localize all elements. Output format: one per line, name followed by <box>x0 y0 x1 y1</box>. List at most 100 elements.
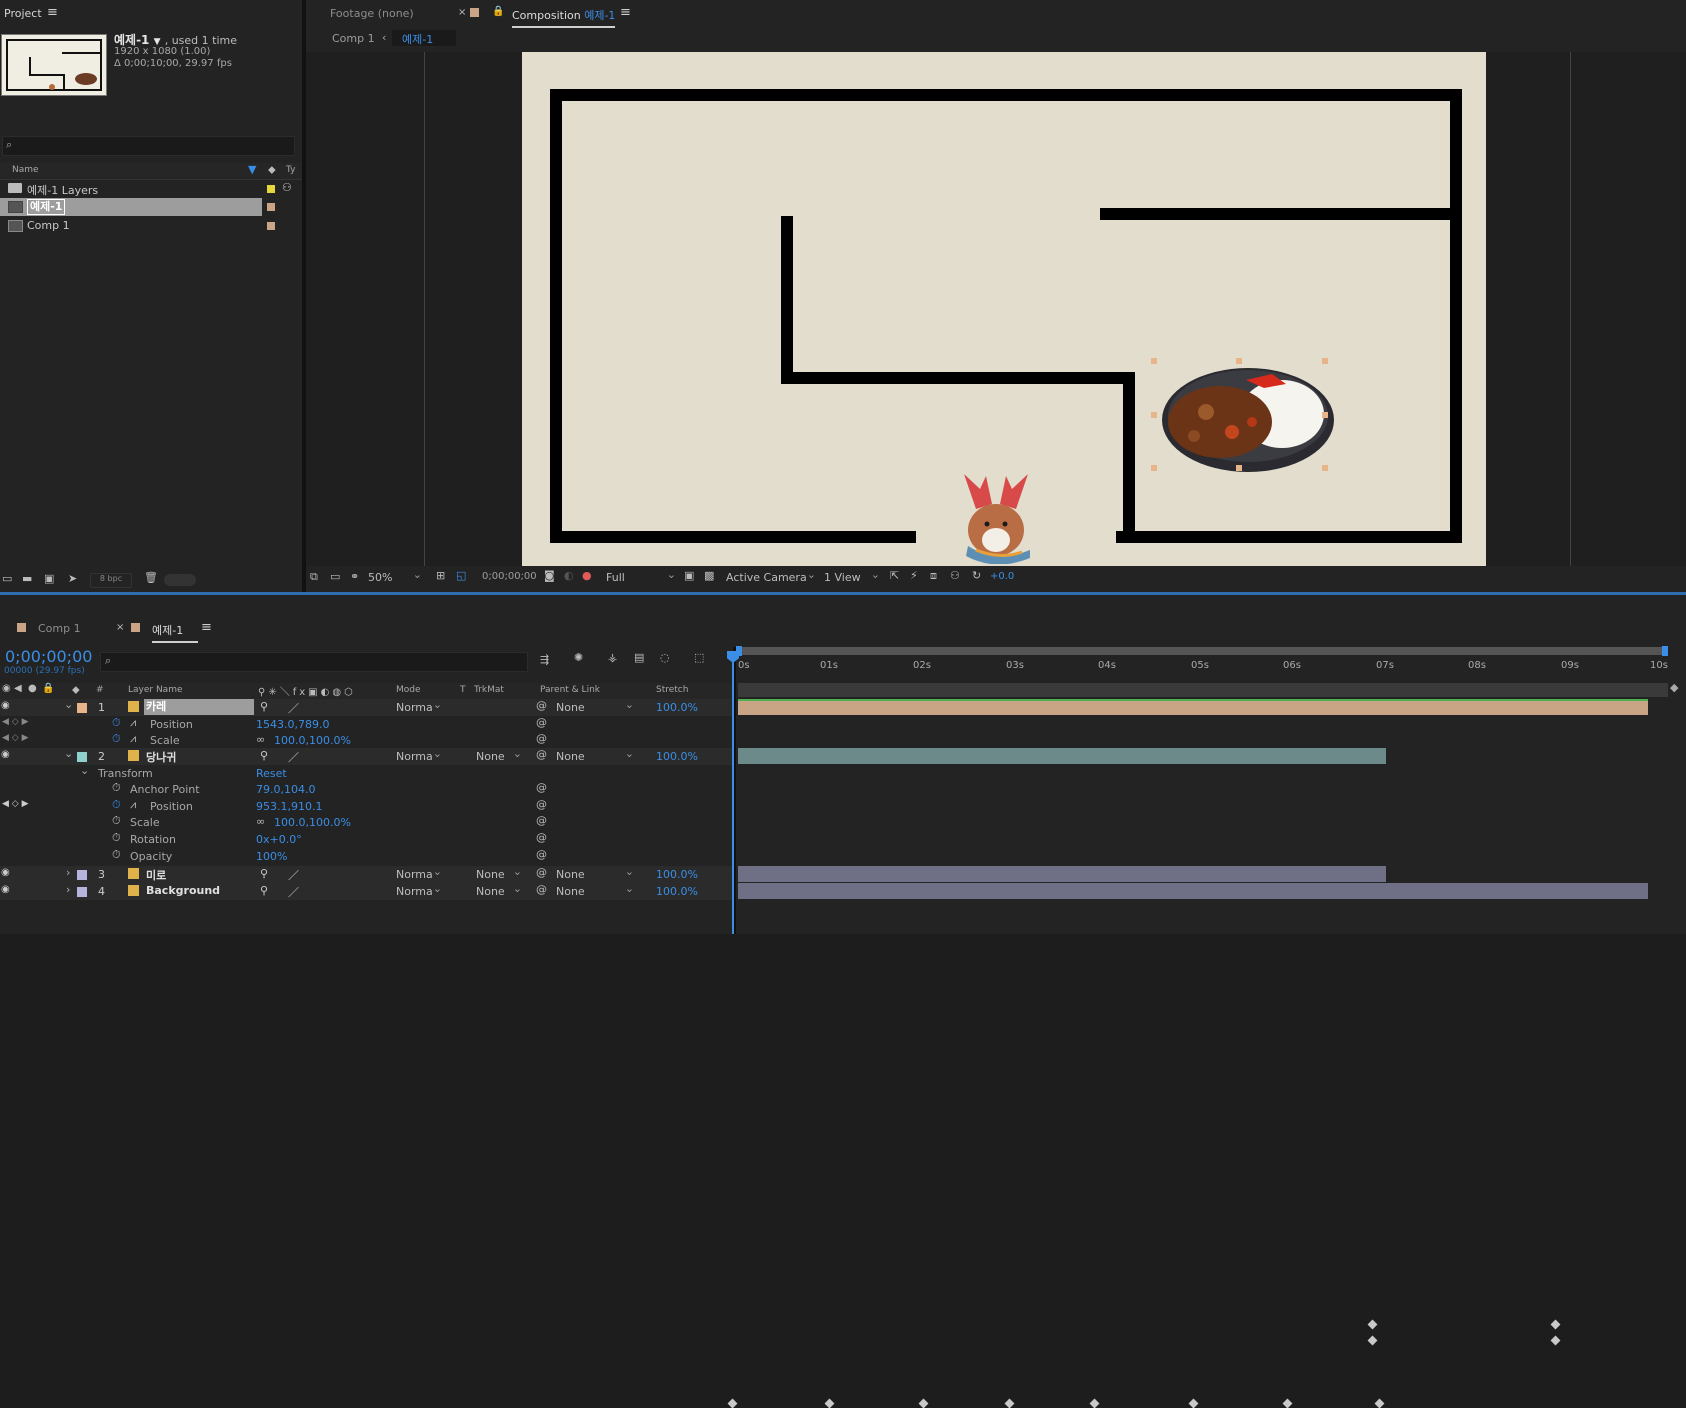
stopwatch-icon[interactable]: ⏱ <box>112 814 121 828</box>
trash-icon[interactable]: 🗑 <box>144 571 158 584</box>
layer-row-4[interactable]: ◉ › 4 Background ⚲ ／ Norma None @ None 1… <box>0 882 732 900</box>
property-value[interactable]: 1543.0,789.0 <box>256 718 329 731</box>
parent-dropdown[interactable]: None <box>556 865 636 882</box>
pickwhip-icon[interactable]: @ <box>536 716 547 729</box>
property-value[interactable]: 100.0,100.0% <box>274 734 351 747</box>
sort-down-icon[interactable]: ▼ <box>248 163 256 176</box>
expand-chevron-icon[interactable]: › <box>66 883 70 896</box>
pickwhip-icon[interactable]: @ <box>536 732 547 745</box>
shy-layers-icon[interactable]: ⚶ <box>608 651 617 664</box>
property-value[interactable]: 100% <box>256 850 287 863</box>
quality-switch-icon[interactable]: ／ <box>288 884 299 900</box>
property-row[interactable]: ◀ ◇ ▶ ⏱ ⩘ Position 953.1,910.1 @ <box>0 798 732 815</box>
panel-menu-icon[interactable]: ≡ <box>47 5 58 20</box>
expand-chevron-icon[interactable]: › <box>66 866 70 879</box>
new-comp-icon[interactable]: ▣ <box>44 572 54 585</box>
always-preview-icon[interactable]: ⧉ <box>310 570 318 584</box>
stopwatch-icon[interactable]: ⏱ <box>112 831 121 845</box>
keyframe[interactable] <box>727 1398 738 1408</box>
parent-dropdown[interactable]: None <box>556 882 636 899</box>
work-area-end[interactable] <box>1662 646 1668 656</box>
frame-blending-icon[interactable]: ▤ <box>634 651 644 664</box>
label-color-icon[interactable] <box>77 703 87 713</box>
bpc-badge[interactable]: 8 bpc <box>90 573 132 588</box>
timeline-tab-active[interactable]: 예제-1 <box>152 622 198 643</box>
column-trkmat[interactable]: TrkMat <box>474 685 504 695</box>
keyframe-nav-icon[interactable]: ◀ ◇ ▶ <box>2 717 29 727</box>
keyframe[interactable] <box>824 1398 835 1408</box>
property-value[interactable]: 953.1,910.1 <box>256 800 322 813</box>
composition-tab[interactable]: Composition 예제-1 <box>512 7 616 28</box>
quality-switch-icon[interactable]: ／ <box>288 749 299 765</box>
layer-row-3[interactable]: ◉ › 3 미로 ⚲ ／ Norma None @ None 100.0% <box>0 865 732 883</box>
keyframe[interactable] <box>1550 1335 1561 1346</box>
column-name[interactable]: Name <box>12 165 39 175</box>
keyframe-nav-icon[interactable]: ◀ ◇ ▶ <box>2 733 29 743</box>
property-value[interactable]: 79.0,104.0 <box>256 783 315 796</box>
footage-tab[interactable]: Footage (none) <box>330 7 414 20</box>
reset-exposure-icon[interactable]: ↻ <box>972 569 981 582</box>
anchor-switch-icon[interactable]: ⚲ <box>260 749 268 762</box>
comp-button-icon[interactable]: ◆ <box>1670 681 1678 694</box>
pickwhip-icon[interactable]: @ <box>536 866 547 879</box>
stretch-value[interactable]: 100.0% <box>656 868 698 881</box>
curry-layer[interactable] <box>1154 360 1344 476</box>
panel-menu-icon[interactable]: ≡ <box>620 5 631 20</box>
layer-bar-2[interactable] <box>738 748 1386 764</box>
project-search-input[interactable]: ⌕ <box>2 136 295 156</box>
graph-icon[interactable]: ⩘ <box>130 798 136 812</box>
pickwhip-icon[interactable]: @ <box>536 699 547 712</box>
keyframe-nav-icon[interactable]: ◀ ◇ ▶ <box>2 799 29 809</box>
keyframe[interactable] <box>1550 1319 1561 1330</box>
eye-icon[interactable]: ◉ <box>2 683 11 694</box>
color-channels-icon[interactable]: ● <box>582 569 592 582</box>
property-value[interactable]: 0x+0.0° <box>256 833 302 846</box>
mode-dropdown[interactable]: Norma <box>396 865 444 882</box>
layer-name[interactable]: 미로 <box>146 867 166 883</box>
keyframe[interactable] <box>918 1398 929 1408</box>
donkey-layer[interactable] <box>956 454 1036 564</box>
resolution-grid-icon[interactable]: ⊞ <box>436 569 445 582</box>
project-item-folder[interactable]: 예제-1 Layers ⚇ <box>0 180 302 198</box>
transparency-grid-icon[interactable]: ◱ <box>456 569 466 582</box>
eye-icon[interactable]: ◉ <box>1 749 10 760</box>
mask-icon[interactable]: ⚭ <box>350 570 359 583</box>
composition-mini-flowchart-icon[interactable]: ⇶ <box>540 653 549 666</box>
column-t[interactable]: T <box>460 685 466 695</box>
audio-icon[interactable]: ◀ <box>14 683 22 694</box>
label-tag-icon[interactable]: ⬥ <box>268 163 276 177</box>
layer-name[interactable]: Background <box>146 884 220 897</box>
collapse-chevron-icon[interactable]: ⌄ <box>64 747 73 760</box>
eye-icon[interactable]: ◉ <box>1 884 10 895</box>
region-of-interest-icon[interactable]: ▣ <box>684 569 694 582</box>
snapshot-icon[interactable]: ◐ <box>564 569 574 582</box>
selection-handle[interactable] <box>1236 465 1242 471</box>
keyframe[interactable] <box>1374 1398 1385 1408</box>
pickwhip-icon[interactable]: @ <box>536 781 547 794</box>
send-icon[interactable]: ➤ <box>68 572 77 585</box>
keyframe[interactable] <box>1188 1398 1199 1408</box>
toggle-pixel-icon[interactable]: ⇱ <box>890 569 899 582</box>
anchor-switch-icon[interactable]: ⚲ <box>260 884 268 897</box>
parent-dropdown[interactable]: None <box>556 698 636 715</box>
scroll-toggle[interactable] <box>164 574 196 586</box>
label-color-icon[interactable] <box>77 752 87 762</box>
column-mode[interactable]: Mode <box>396 685 421 695</box>
work-area-bar[interactable] <box>736 646 1668 656</box>
property-row[interactable]: ⏱ Rotation 0x+0.0° @ <box>0 831 732 848</box>
trkmat-dropdown[interactable]: None <box>476 747 524 764</box>
timeline-tab-comp1[interactable]: Comp 1 <box>38 622 81 635</box>
viewport[interactable] <box>306 52 1686 566</box>
eye-icon[interactable]: ◉ <box>1 700 10 711</box>
label-color-icon[interactable] <box>77 870 87 880</box>
comp-canvas[interactable] <box>522 52 1486 566</box>
stretch-value[interactable]: 100.0% <box>656 701 698 714</box>
layer-bar-3[interactable] <box>738 866 1386 882</box>
pickwhip-icon[interactable]: @ <box>536 883 547 896</box>
fast-preview-icon[interactable]: ⚡ <box>910 569 918 582</box>
transparency-icon[interactable]: ▩ <box>704 569 714 582</box>
draft-3d-icon[interactable]: ✺ <box>574 651 583 664</box>
pickwhip-icon[interactable]: @ <box>536 798 547 811</box>
lock-icon[interactable]: 🔒 <box>42 683 54 694</box>
anchor-switch-icon[interactable]: ⚲ <box>260 700 268 713</box>
